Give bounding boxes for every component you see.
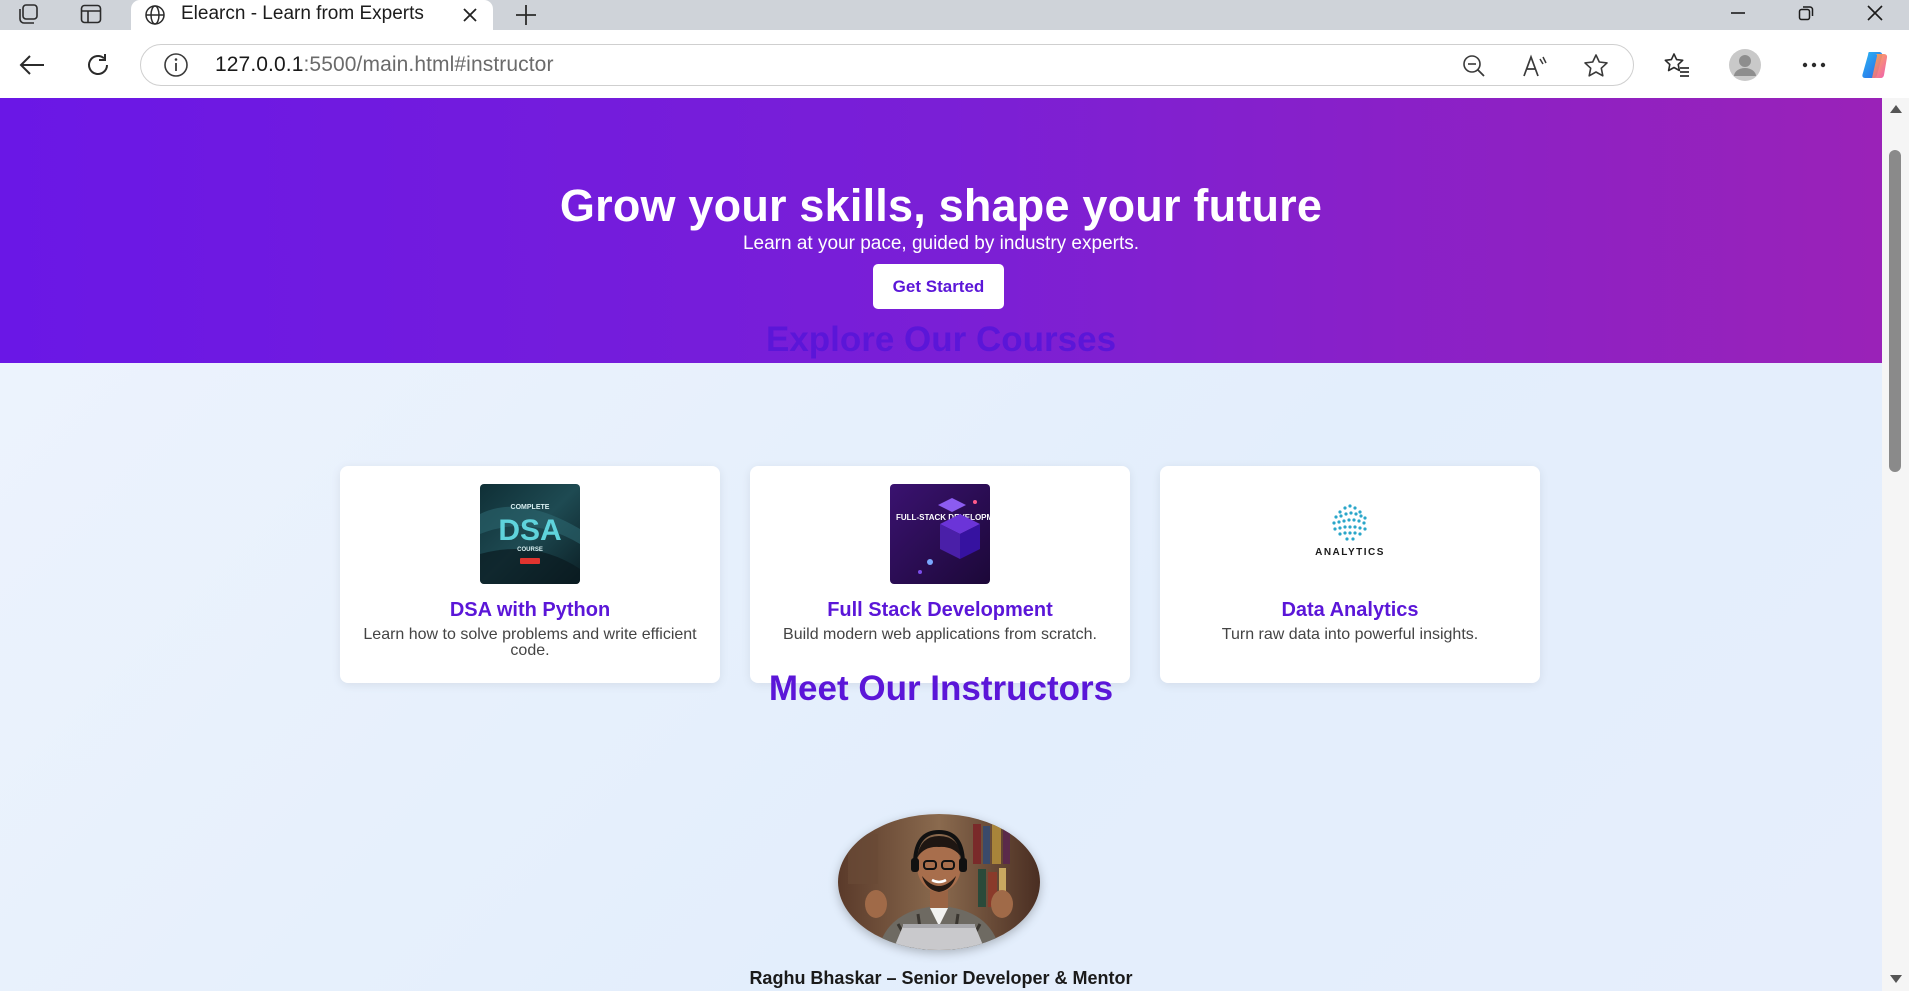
- fullstack-image-text: FULL-STACK DEVELOPMENT: [896, 513, 990, 522]
- analytics-course-image: ANALYTICS: [1300, 484, 1400, 584]
- site-info-icon[interactable]: [163, 52, 189, 78]
- url-text[interactable]: 127.0.0.1:5500/main.html#instructor: [215, 53, 554, 77]
- browser-toolbar: 127.0.0.1:5500/main.html#instructor: [0, 30, 1909, 98]
- course-card-dsa[interactable]: COMPLETE DSA COURSE DSA with Python Lear…: [340, 466, 720, 683]
- browser-tab-bar: Elearcn - Learn from Experts: [0, 0, 1909, 30]
- hero-subtitle: Learn at your pace, guided by industry e…: [742, 233, 1140, 254]
- copilot-icon[interactable]: [1858, 47, 1894, 83]
- course-title[interactable]: DSA with Python: [340, 599, 720, 622]
- dsa-course-image: COMPLETE DSA COURSE: [480, 484, 580, 584]
- globe-icon: [142, 2, 168, 28]
- read-aloud-icon[interactable]: [1520, 51, 1550, 81]
- scrollbar-thumb[interactable]: [1889, 150, 1901, 472]
- close-window-icon[interactable]: [1852, 0, 1898, 26]
- analytics-image-text: ANALYTICS: [1315, 547, 1385, 558]
- page-scrollbar[interactable]: [1882, 98, 1909, 991]
- zoom-out-icon[interactable]: [1459, 51, 1489, 81]
- course-card-analytics[interactable]: ANALYTICS Data Analytics Turn raw data i…: [1160, 466, 1540, 683]
- course-title[interactable]: Data Analytics: [1160, 599, 1540, 622]
- more-options-icon[interactable]: [1796, 47, 1832, 83]
- back-arrow-icon[interactable]: [14, 47, 50, 83]
- workspaces-icon[interactable]: [15, 2, 43, 26]
- instructor-name: Raghu Bhaskar – Senior Developer & Mento…: [749, 968, 1133, 988]
- course-description: Build modern web applications from scrat…: [783, 626, 1097, 643]
- minimize-icon[interactable]: [1715, 0, 1761, 26]
- course-description: Turn raw data into powerful insights.: [1221, 626, 1479, 643]
- tab-title: Elearcn - Learn from Experts: [181, 3, 424, 24]
- instructor-avatar: [838, 814, 1040, 950]
- url-host: 127.0.0.1: [215, 53, 304, 76]
- dsa-image-main-text: DSA: [498, 514, 561, 547]
- close-tab-icon[interactable]: [457, 2, 483, 28]
- course-title[interactable]: Full Stack Development: [750, 599, 1130, 622]
- tab-actions-icon[interactable]: [77, 2, 105, 26]
- favorite-star-icon[interactable]: [1581, 51, 1611, 81]
- dsa-image-top-text: COMPLETE: [511, 504, 550, 511]
- instructors-section-title: Meet Our Instructors: [768, 669, 1114, 708]
- scroll-down-arrow-icon[interactable]: [1888, 972, 1903, 986]
- page-viewport: Grow your skills, shape your future Lear…: [0, 98, 1882, 991]
- dsa-image-bottom-text: COURSE: [517, 547, 543, 553]
- fullstack-course-image: FULL-STACK DEVELOPMENT: [890, 484, 990, 584]
- favorites-icon[interactable]: [1659, 47, 1695, 83]
- courses-section-title: Explore Our Courses: [765, 320, 1117, 359]
- course-description: Learn how to solve problems and write ef…: [363, 626, 697, 659]
- new-tab-icon[interactable]: [510, 0, 542, 30]
- refresh-icon[interactable]: [80, 47, 116, 83]
- restore-icon[interactable]: [1783, 0, 1829, 26]
- course-card-fullstack[interactable]: FULL-STACK DEVELOPMENT Full Stack Develo…: [750, 466, 1130, 683]
- url-path: :5500/main.html#instructor: [303, 53, 554, 76]
- address-bar[interactable]: 127.0.0.1:5500/main.html#instructor: [140, 44, 1634, 86]
- scroll-up-arrow-icon[interactable]: [1888, 102, 1903, 116]
- profile-avatar-icon[interactable]: [1727, 47, 1763, 83]
- get-started-button[interactable]: Get Started: [873, 264, 1004, 309]
- hero-title: Grow your skills, shape your future: [559, 180, 1323, 231]
- active-tab[interactable]: Elearcn - Learn from Experts: [131, 0, 493, 30]
